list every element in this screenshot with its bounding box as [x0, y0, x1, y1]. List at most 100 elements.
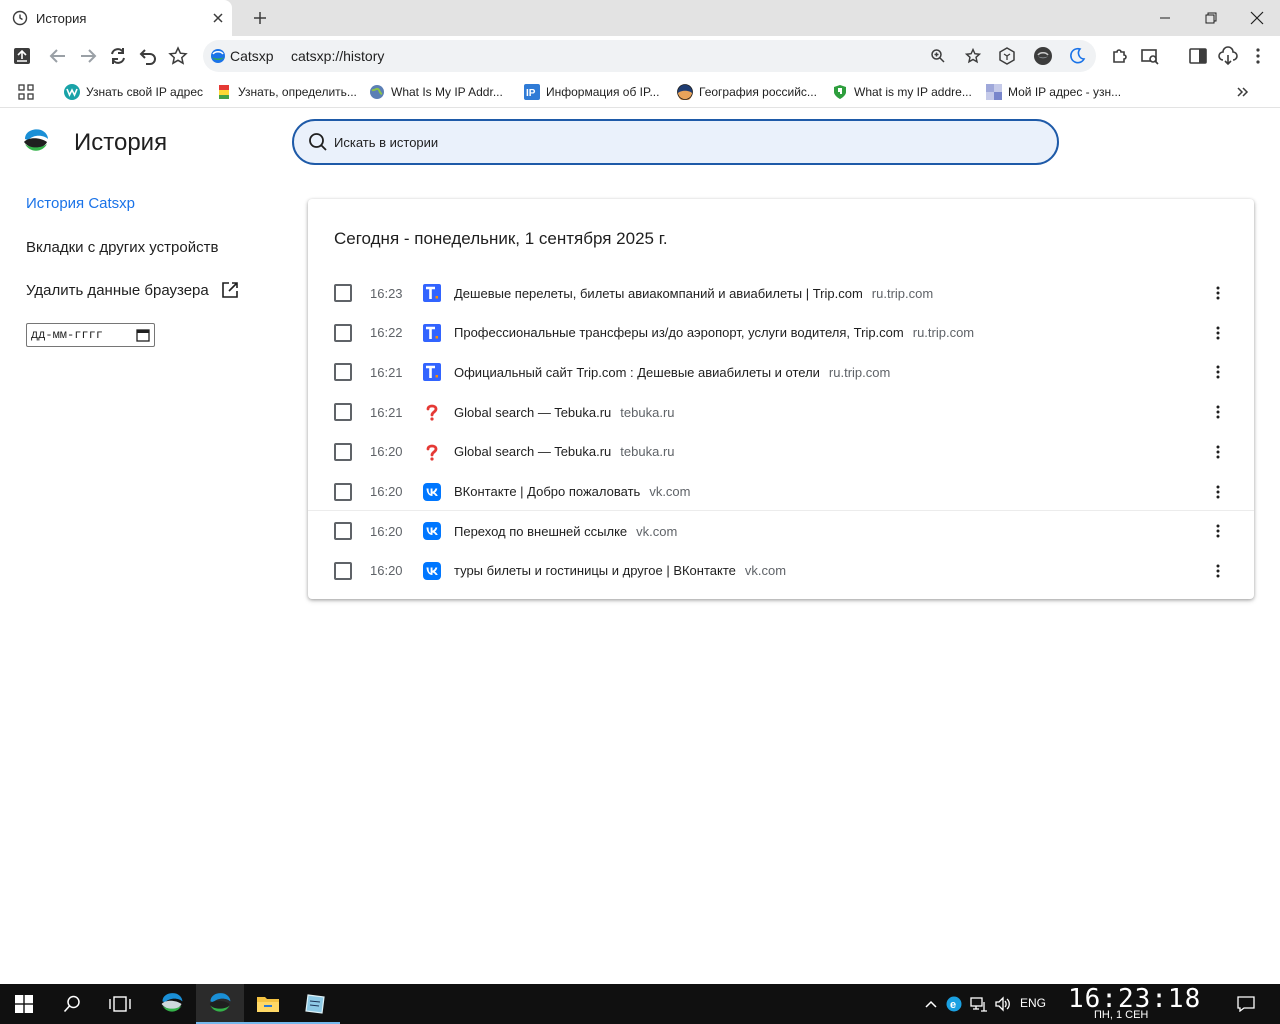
row-menu-dots-icon[interactable] [1206, 400, 1230, 424]
app-taskbar-icon[interactable] [292, 984, 340, 1024]
start-button[interactable] [0, 984, 48, 1024]
extension-hex-icon[interactable] [995, 44, 1019, 68]
row-title-link[interactable]: ВКонтакте | Добро пожаловать vk.com [454, 484, 690, 499]
trip-favicon-icon [423, 284, 441, 302]
row-title-link[interactable]: Переход по внешней ссылке vk.com [454, 524, 677, 539]
nav-other-devices[interactable]: Вкладки с других устройств [26, 239, 218, 256]
row-menu-dots-icon[interactable] [1206, 559, 1230, 583]
date-filter-input[interactable]: дд-мм-гггг [26, 323, 155, 347]
moon-icon[interactable] [1065, 44, 1089, 68]
apps-grid-icon[interactable] [18, 82, 34, 102]
row-time: 16:20 [370, 484, 403, 499]
tab-history[interactable]: История [0, 0, 232, 36]
history-row[interactable]: 16:20 ВКонтакте | Добро пожаловать vk.com [308, 472, 1254, 512]
reading-mode-icon[interactable] [1136, 42, 1164, 70]
back-icon[interactable] [44, 42, 72, 70]
minimize-button[interactable] [1142, 0, 1188, 36]
row-title-link[interactable]: Официальный сайт Trip.com : Дешевые авиа… [454, 365, 890, 380]
extensions-puzzle-icon[interactable] [1106, 42, 1134, 70]
earth-icon [677, 84, 693, 100]
tab-close-icon[interactable] [206, 6, 230, 30]
catsxp-taskbar-icon[interactable] [148, 984, 196, 1024]
star-icon[interactable] [961, 44, 985, 68]
row-menu-dots-icon[interactable] [1206, 519, 1230, 543]
restore-button[interactable] [1188, 0, 1234, 36]
cloud-download-icon[interactable] [1214, 42, 1242, 70]
row-title-link[interactable]: Global search — Tebuka.ru tebuka.ru [454, 444, 675, 459]
row-menu-dots-icon[interactable] [1206, 321, 1230, 345]
site-chip-label: Catsxp [230, 48, 274, 64]
tray-chevron-up-icon[interactable] [922, 984, 940, 1024]
question-favicon-icon [423, 443, 441, 461]
row-domain: ru.trip.com [828, 364, 891, 380]
bookmark-item[interactable]: География российс... [677, 82, 817, 102]
bookmark-item[interactable]: Узнать свой IP адрес [64, 82, 203, 102]
address-bar[interactable]: Catsxp catsxp://history [203, 40, 1096, 72]
undo-icon[interactable] [134, 42, 162, 70]
upload-icon[interactable] [8, 42, 36, 70]
row-checkbox[interactable] [334, 284, 352, 302]
bookmark-item[interactable]: IP Информация об IP... [524, 82, 659, 102]
tray-app-icon[interactable]: e [944, 984, 964, 1024]
row-checkbox[interactable] [334, 323, 352, 342]
row-title: Переход по внешней ссылке [454, 523, 628, 539]
row-checkbox[interactable] [334, 442, 352, 461]
network-icon[interactable] [968, 984, 990, 1024]
row-menu-dots-icon[interactable] [1206, 440, 1230, 464]
nav-history[interactable]: История Catsxp [26, 195, 135, 212]
row-title: Global search — Tebuka.ru [454, 444, 612, 460]
row-title-link[interactable]: Профессиональные трансферы из/до аэропор… [454, 325, 974, 340]
site-info-chip[interactable]: Catsxp [210, 44, 274, 68]
history-row[interactable]: 16:20 Переход по внешней ссылке vk.com [308, 511, 1254, 551]
url-text[interactable]: catsxp://history [291, 48, 384, 64]
bookmark-item[interactable]: What Is My IP Addr... [369, 82, 503, 102]
forward-icon[interactable] [74, 42, 102, 70]
history-row[interactable]: 16:20 Global search — Tebuka.ru tebuka.ru [308, 432, 1254, 472]
history-row[interactable]: 16:22 Профессиональные трансферы из/до аэ… [308, 313, 1254, 353]
file-explorer-icon[interactable] [244, 984, 292, 1024]
history-row[interactable]: 16:21 Официальный сайт Trip.com : Дешевые… [308, 352, 1254, 392]
bookmark-star-icon[interactable] [164, 42, 192, 70]
task-view-icon[interactable] [96, 984, 144, 1024]
row-title-link[interactable]: Дешевые перелеты, билеты авиакомпаний и … [454, 286, 933, 301]
row-title-link[interactable]: туры билеты и гостиницы и другое | ВКонт… [454, 563, 786, 578]
row-title-link[interactable]: Global search — Tebuka.ru tebuka.ru [454, 405, 675, 420]
notifications-icon[interactable] [1232, 992, 1260, 1016]
row-checkbox[interactable] [334, 522, 352, 541]
question-favicon-icon [423, 403, 441, 421]
row-checkbox[interactable] [334, 482, 352, 501]
nav-clear-data[interactable]: Удалить данные браузера [26, 281, 239, 299]
row-checkbox[interactable] [334, 363, 352, 382]
clock-date[interactable]: ПН, 1 СЕН [1094, 1009, 1148, 1021]
sidebar-icon[interactable] [1184, 42, 1212, 70]
history-row[interactable]: 16:23 Дешевые перелеты, билеты авиакомпан… [308, 273, 1254, 313]
zoom-icon[interactable] [926, 44, 950, 68]
row-menu-dots-icon[interactable] [1206, 480, 1230, 504]
bookmark-item[interactable]: What is my IP addre... [832, 82, 972, 102]
history-search-box[interactable] [292, 119, 1059, 165]
row-checkbox[interactable] [334, 403, 352, 422]
bookmark-item[interactable]: Мой IP адрес - узн... [986, 82, 1121, 102]
toolbar: Catsxp catsxp://history [0, 36, 1280, 76]
row-menu-dots-icon[interactable] [1206, 360, 1230, 384]
row-domain: vk.com [636, 523, 678, 539]
search-input[interactable] [334, 134, 934, 150]
close-window-button[interactable] [1234, 0, 1280, 36]
search-taskbar-icon[interactable] [48, 984, 96, 1024]
new-tab-button[interactable] [248, 6, 272, 30]
volume-icon[interactable] [992, 984, 1014, 1024]
row-checkbox[interactable] [334, 561, 352, 580]
row-domain: tebuka.ru [620, 444, 675, 460]
menu-dots-icon[interactable] [1244, 42, 1272, 70]
language-indicator[interactable]: ENG [1020, 996, 1046, 1010]
row-menu-dots-icon[interactable] [1206, 281, 1230, 305]
bookmark-item[interactable]: Узнать, определить... [216, 82, 357, 102]
reload-icon[interactable] [104, 42, 132, 70]
chevron-right-icon[interactable] [1236, 82, 1250, 102]
history-row[interactable]: 16:21 Global search — Tebuka.ru tebuka.ru [308, 392, 1254, 432]
row-domain: vk.com [744, 563, 787, 579]
vpn-shield-icon[interactable] [1031, 44, 1055, 68]
calendar-icon[interactable] [136, 328, 150, 342]
history-row[interactable]: 16:20 туры билеты и гостиницы и другое | … [308, 551, 1254, 591]
catsxp-active-taskbar-icon[interactable] [196, 984, 244, 1024]
